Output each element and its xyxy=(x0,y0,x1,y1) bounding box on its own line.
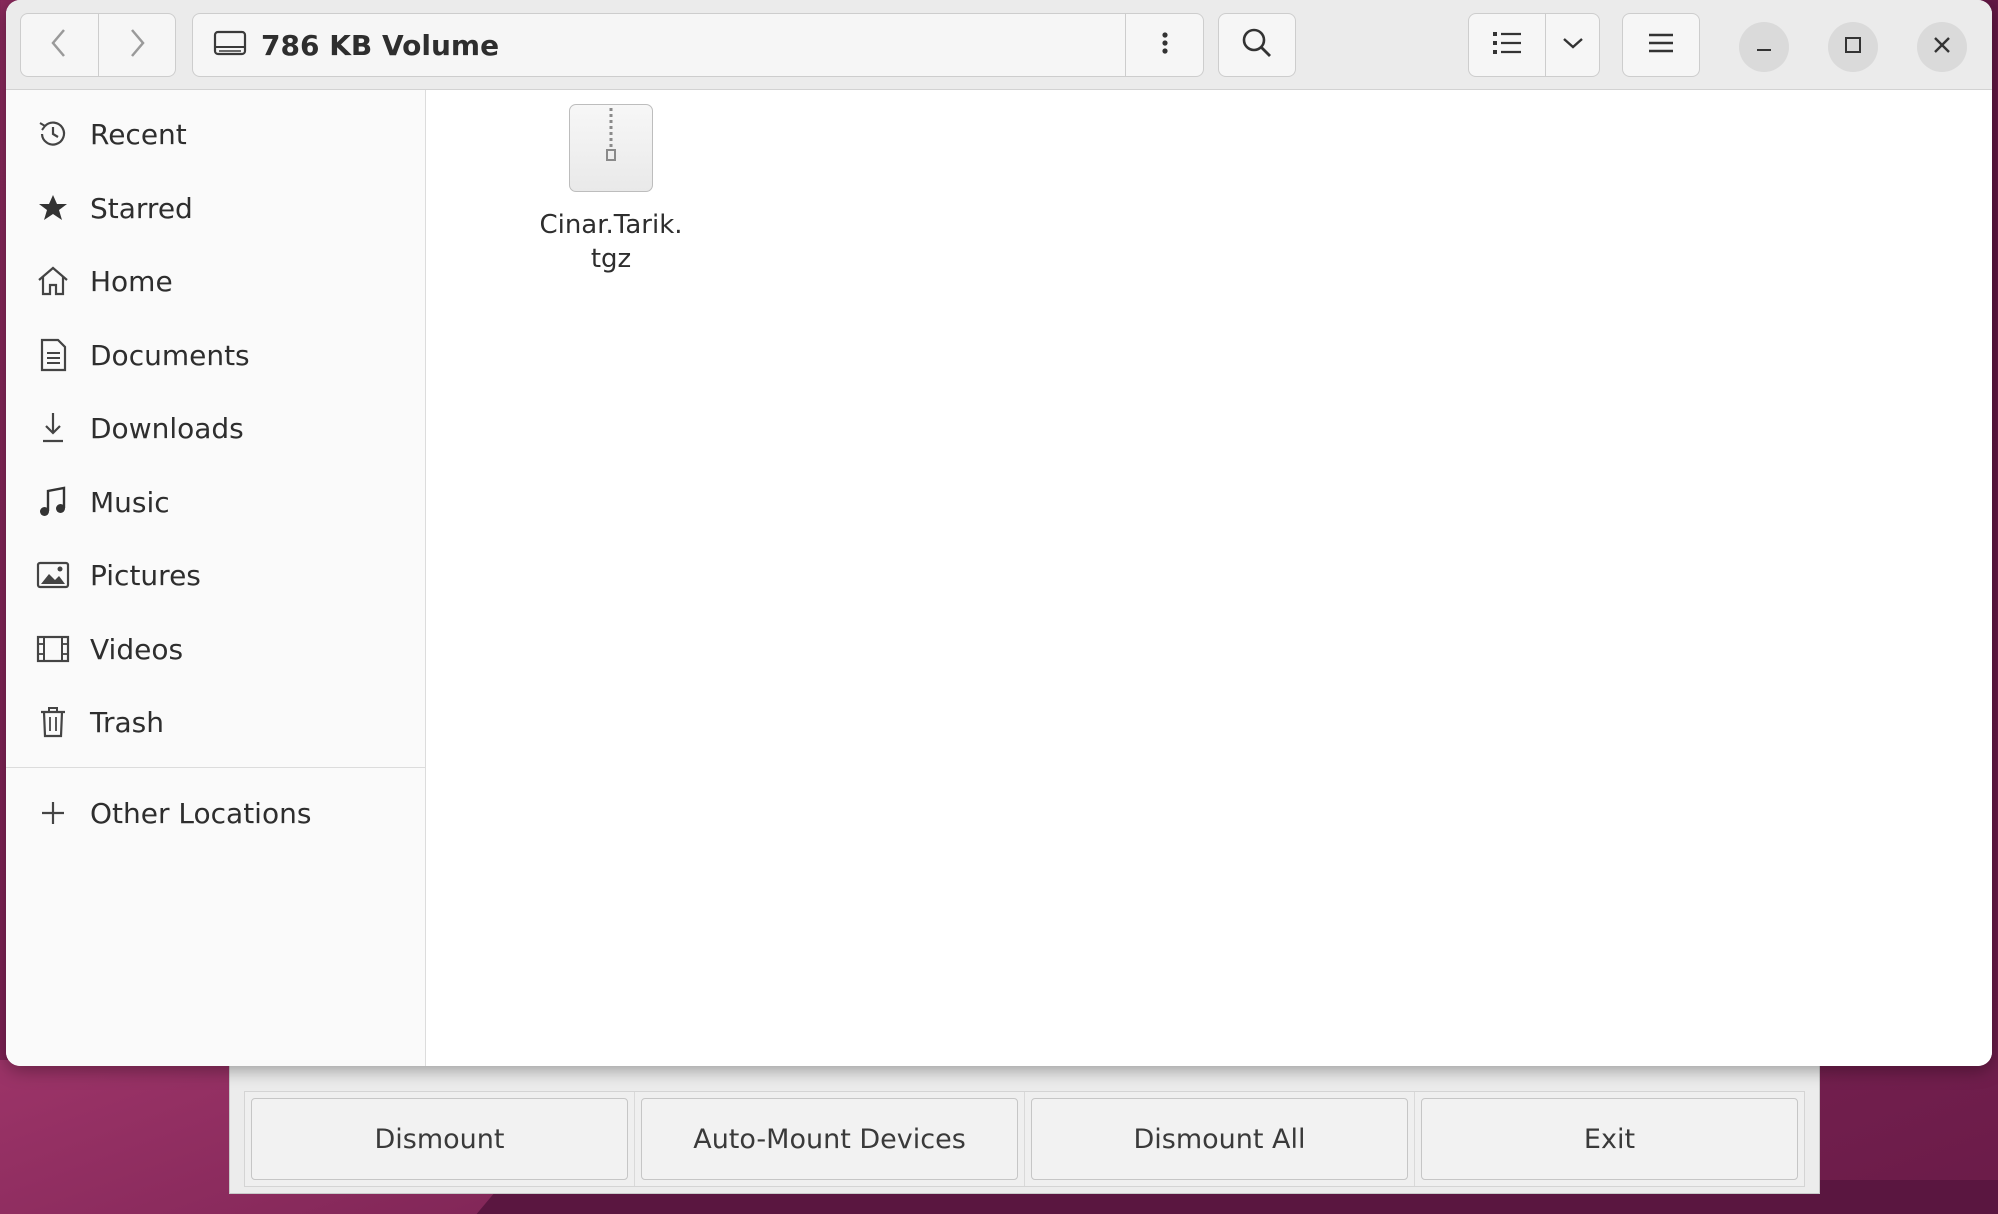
sidebar-item-recent[interactable]: Recent xyxy=(6,99,426,169)
document-icon xyxy=(34,336,72,374)
sidebar-item-label: Documents xyxy=(90,338,250,372)
trash-icon xyxy=(34,703,72,741)
sidebar-item-label: Videos xyxy=(90,632,184,666)
background-app-button-bar: Dismount Auto-Mount Devices Dismount All… xyxy=(244,1091,1805,1187)
sidebar-item-trash[interactable]: Trash xyxy=(6,687,426,757)
sidebar-separator xyxy=(6,767,426,768)
chevron-right-icon xyxy=(126,26,148,64)
close-icon xyxy=(1931,34,1953,60)
location-title: 786 KB Volume xyxy=(261,28,500,62)
file-name: Cinar.Tarik. tgz xyxy=(519,208,703,276)
sidebar-item-home[interactable]: Home xyxy=(6,246,426,316)
sidebar-item-label: Trash xyxy=(90,705,164,739)
sidebar-item-music[interactable]: Music xyxy=(6,467,426,537)
sidebar-item-label: Recent xyxy=(90,117,187,151)
maximize-button[interactable] xyxy=(1828,22,1878,72)
search-icon xyxy=(1241,27,1273,63)
chevron-down-icon xyxy=(1561,35,1585,55)
film-icon xyxy=(34,630,72,668)
music-note-icon xyxy=(34,483,72,521)
sidebar-item-label: Home xyxy=(90,264,173,298)
back-button[interactable] xyxy=(20,13,99,77)
sidebar-item-label: Starred xyxy=(90,191,193,225)
maximize-icon xyxy=(1842,34,1864,60)
sidebar-item-label: Pictures xyxy=(90,558,201,592)
sidebar-item-starred[interactable]: Starred xyxy=(6,173,426,243)
location-segment[interactable]: 786 KB Volume xyxy=(193,14,1125,76)
sidebar-item-label: Other Locations xyxy=(90,796,312,830)
file-item[interactable]: Cinar.Tarik. tgz xyxy=(519,104,699,274)
sidebar-item-documents[interactable]: Documents xyxy=(6,320,426,390)
sidebar-item-label: Music xyxy=(90,485,170,519)
picture-icon xyxy=(34,556,72,594)
sidebar: Recent Starred Home Documents Downloads xyxy=(6,90,426,1066)
auto-mount-devices-button[interactable]: Auto-Mount Devices xyxy=(641,1098,1018,1180)
recent-clock-icon xyxy=(34,115,72,153)
archive-icon xyxy=(569,104,653,192)
sidebar-item-downloads[interactable]: Downloads xyxy=(6,393,426,463)
chevron-left-icon xyxy=(48,26,70,64)
main-menu-button[interactable] xyxy=(1622,13,1700,77)
view-buttons xyxy=(1468,13,1600,77)
search-button[interactable] xyxy=(1218,13,1296,77)
exit-button[interactable]: Exit xyxy=(1421,1098,1798,1180)
minimize-icon xyxy=(1753,34,1775,60)
dismount-all-button[interactable]: Dismount All xyxy=(1031,1098,1408,1180)
plus-icon xyxy=(34,794,72,832)
star-icon xyxy=(34,189,72,227)
home-icon xyxy=(34,262,72,300)
vertical-dots-icon xyxy=(1161,31,1169,59)
sidebar-item-other-locations[interactable]: Other Locations xyxy=(6,778,426,848)
dismount-button[interactable]: Dismount xyxy=(251,1098,628,1180)
forward-button[interactable] xyxy=(98,13,176,77)
download-icon xyxy=(34,409,72,447)
headerbar: 786 KB Volume xyxy=(6,0,1992,90)
list-view-icon xyxy=(1492,30,1522,60)
list-view-button[interactable] xyxy=(1468,13,1546,77)
file-view: Cinar.Tarik. tgz xyxy=(427,90,1992,1066)
sidebar-item-label: Downloads xyxy=(90,411,244,445)
drive-icon xyxy=(213,29,247,61)
sidebar-item-pictures[interactable]: Pictures xyxy=(6,540,426,610)
path-menu-button[interactable] xyxy=(1125,14,1203,76)
file-manager-window: 786 KB Volume Recent Starred Home Docume… xyxy=(6,0,1992,1066)
minimize-button[interactable] xyxy=(1739,22,1789,72)
close-button[interactable] xyxy=(1917,22,1967,72)
view-options-button[interactable] xyxy=(1546,13,1600,77)
hamburger-menu-icon xyxy=(1647,32,1675,58)
navigation-buttons xyxy=(20,13,176,77)
file-name-line-1: Cinar.Tarik. xyxy=(539,210,683,240)
location-bar: 786 KB Volume xyxy=(192,13,1204,77)
file-name-line-2: tgz xyxy=(590,244,632,274)
sidebar-item-videos[interactable]: Videos xyxy=(6,614,426,684)
